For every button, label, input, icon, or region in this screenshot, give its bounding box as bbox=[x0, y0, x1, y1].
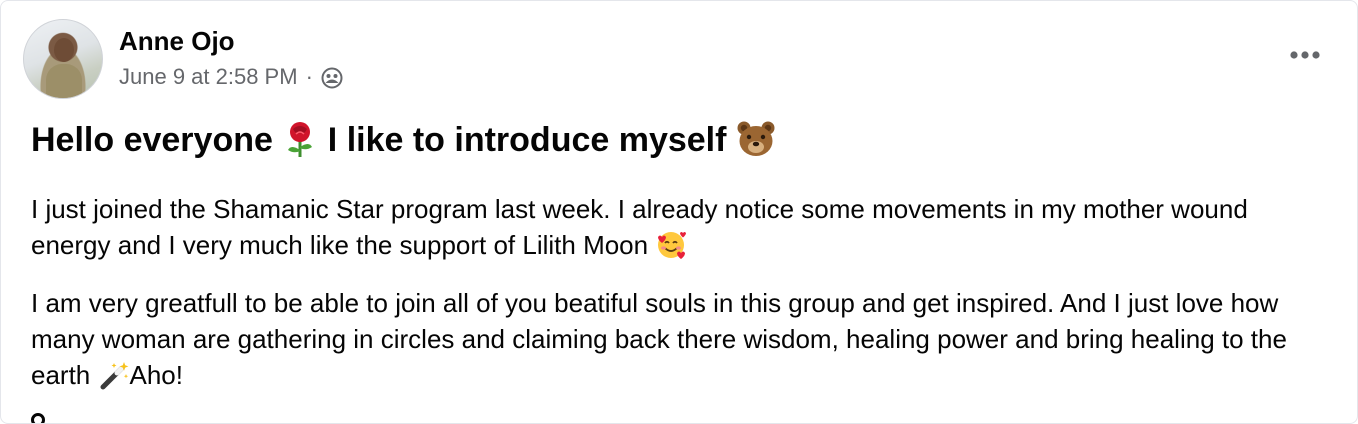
more-options-icon bbox=[1290, 51, 1320, 59]
truncated-content-indicator bbox=[31, 413, 45, 423]
post-paragraph-1: I just joined the Shamanic Star program … bbox=[31, 191, 1331, 263]
post-header: Anne Ojo June 9 at 2:58 PM · bbox=[23, 19, 343, 99]
meta-separator: · bbox=[305, 64, 313, 89]
paragraph-1-text: I just joined the Shamanic Star program … bbox=[31, 194, 1248, 260]
more-options-button[interactable] bbox=[1281, 37, 1329, 73]
group-audience-icon[interactable] bbox=[321, 67, 343, 89]
post-title: Hello everyone I like to introduce mysel… bbox=[31, 117, 1331, 163]
paragraph-2-tail: Aho! bbox=[129, 360, 184, 390]
post-meta: Anne Ojo June 9 at 2:58 PM · bbox=[119, 24, 343, 92]
post-card: Anne Ojo June 9 at 2:58 PM · Hello every… bbox=[0, 0, 1358, 424]
avatar[interactable] bbox=[23, 19, 103, 99]
avatar-figure-body bbox=[46, 64, 82, 98]
post-timestamp[interactable]: June 9 at 2:58 PM bbox=[119, 62, 298, 92]
avatar-figure-face bbox=[54, 38, 74, 62]
magic-wand-emoji bbox=[98, 360, 130, 390]
smiling-face-with-hearts-emoji bbox=[655, 230, 687, 260]
bear-face-emoji bbox=[736, 120, 776, 158]
post-paragraph-2: I am very greatfull to be able to join a… bbox=[31, 285, 1331, 393]
author-name[interactable]: Anne Ojo bbox=[119, 24, 343, 58]
post-subline: June 9 at 2:58 PM · bbox=[119, 62, 343, 92]
paragraph-2-text: I am very greatfull to be able to join a… bbox=[31, 288, 1287, 390]
rose-emoji bbox=[282, 120, 318, 158]
title-text-start: Hello everyone bbox=[31, 121, 273, 159]
title-text-end: I like to introduce myself bbox=[327, 121, 727, 159]
